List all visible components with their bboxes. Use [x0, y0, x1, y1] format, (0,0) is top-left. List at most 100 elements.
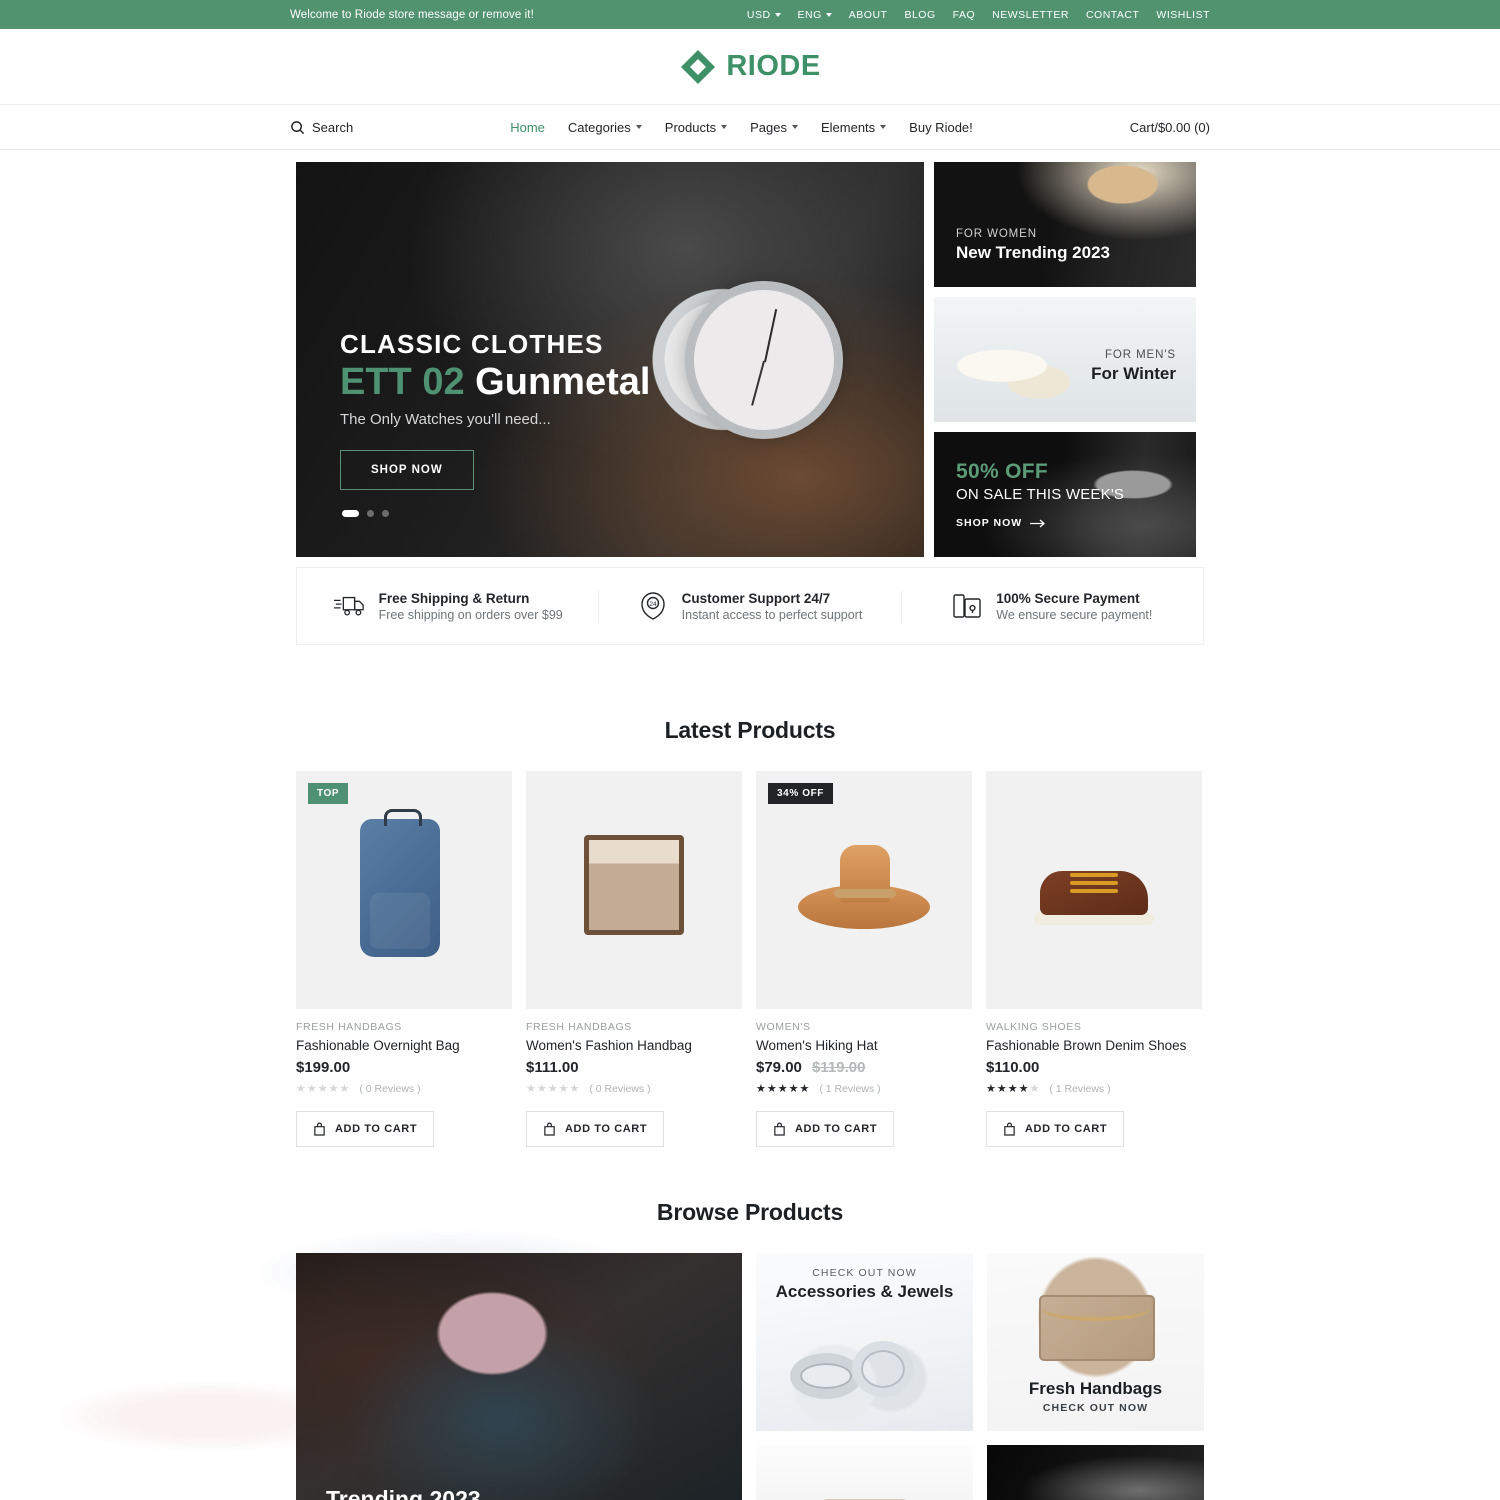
- tile-eyebrow: CHECK OUT NOW: [1042, 1402, 1149, 1414]
- slider-dots: [342, 510, 389, 517]
- add-to-cart-button[interactable]: ADD TO CART: [526, 1111, 665, 1147]
- product-category: WOMEN'S: [756, 1021, 811, 1033]
- slider-dot-1[interactable]: [342, 510, 359, 517]
- currency-label: USD: [746, 8, 771, 21]
- topbar-link-faq[interactable]: FAQ: [953, 9, 976, 21]
- nav-item-categories[interactable]: Categories: [568, 120, 642, 135]
- product-category: WALKING SHOES: [986, 1021, 1082, 1033]
- topbar-link-newsletter[interactable]: NEWSLETTER: [992, 9, 1069, 21]
- cart-bag-icon: [773, 1122, 786, 1136]
- add-to-cart-label: ADD TO CART: [565, 1123, 648, 1135]
- price-current: $111.00: [526, 1059, 579, 1076]
- topbar-link-contact[interactable]: CONTACT: [1086, 9, 1139, 21]
- browse-tile-partial-light[interactable]: [756, 1445, 973, 1500]
- top-announcement-bar: Welcome to Riode store message or remove…: [0, 0, 1500, 29]
- language-label: ENG: [797, 8, 822, 21]
- nav-item-label: Elements: [820, 119, 876, 135]
- product-image[interactable]: [986, 771, 1202, 1009]
- shop-now-label: SHOP NOW: [956, 517, 1023, 529]
- browse-products-heading: Browse Products: [656, 1199, 844, 1225]
- browse-tile-jewels[interactable]: CHECK OUT NOW Accessories & Jewels: [756, 1253, 973, 1431]
- product-card: TOP FRESH HANDBAGS Fashionable Overnight…: [296, 771, 512, 1147]
- add-to-cart-button[interactable]: ADD TO CART: [756, 1111, 895, 1147]
- side-banner-for-winter[interactable]: FOR MEN'S For Winter: [934, 297, 1196, 422]
- logo-link[interactable]: RIODE: [679, 48, 820, 86]
- product-price: $79.00 $119.00: [756, 1059, 972, 1076]
- topbar-link-wishlist[interactable]: WISHLIST: [1156, 9, 1210, 21]
- hero-slider[interactable]: CLASSIC CLOTHES ETT 02 Gunmetal The Only…: [296, 162, 924, 557]
- star-rating-icon: ★★★★★★★★★★: [296, 1083, 351, 1095]
- page-root: Welcome to Riode store message or remove…: [0, 0, 1500, 1500]
- site-header: RIODE: [0, 29, 1500, 104]
- product-image[interactable]: TOP: [296, 771, 512, 1009]
- hero-shop-now-button[interactable]: SHOP NOW: [340, 450, 474, 491]
- product-name[interactable]: Fashionable Brown Denim Shoes: [986, 1038, 1202, 1053]
- hero-title: ETT 02 Gunmetal: [340, 361, 650, 405]
- tile-eyebrow: CHECK OUT NOW: [812, 1267, 917, 1279]
- add-to-cart-label: ADD TO CART: [335, 1123, 418, 1135]
- side-banner-new-trending[interactable]: FOR WOMEN New Trending 2023: [934, 162, 1196, 287]
- nav-item-buy-riode[interactable]: Buy Riode!: [909, 120, 973, 135]
- tile-title: Fresh Handbags: [1028, 1379, 1163, 1398]
- search-icon: [290, 120, 305, 135]
- main-navigation-bar: Search Home Categories Products Pages El…: [0, 104, 1500, 150]
- price-current: $199.00: [296, 1059, 351, 1076]
- slider-dot-2[interactable]: [367, 510, 374, 517]
- add-to-cart-label: ADD TO CART: [795, 1123, 878, 1135]
- product-image[interactable]: [526, 771, 742, 1009]
- banner-discount: 50% OFF: [956, 460, 1048, 483]
- star-rating-icon: ★★★★★★★★★★: [526, 1083, 581, 1095]
- product-card: WALKING SHOES Fashionable Brown Denim Sh…: [986, 771, 1202, 1147]
- currency-selector[interactable]: USD: [747, 9, 781, 21]
- add-to-cart-button[interactable]: ADD TO CART: [296, 1111, 435, 1147]
- banner-shop-now-link[interactable]: SHOP NOW: [956, 517, 1124, 529]
- browse-banner-trending[interactable]: Trending 2023: [296, 1253, 742, 1500]
- feature-free-shipping: Free Shipping & Return Free shipping on …: [297, 591, 598, 622]
- cart-link[interactable]: Cart/$0.00 (0): [1130, 120, 1210, 135]
- product-card: FRESH HANDBAGS Women's Fashion Handbag $…: [526, 771, 742, 1147]
- chevron-down-icon: [635, 125, 642, 129]
- product-name[interactable]: Women's Fashion Handbag: [526, 1038, 742, 1053]
- review-count: ( 0 Reviews ): [359, 1082, 421, 1095]
- topbar-link-about[interactable]: ABOUT: [849, 9, 888, 21]
- banner-eyebrow: FOR WOMEN: [956, 228, 1037, 240]
- browse-tile-handbags[interactable]: Fresh Handbags CHECK OUT NOW: [987, 1253, 1204, 1431]
- browse-tile-partial-dark[interactable]: [987, 1445, 1204, 1500]
- slider-dot-3[interactable]: [382, 510, 389, 517]
- add-to-cart-button[interactable]: ADD TO CART: [986, 1111, 1125, 1147]
- chevron-down-icon: [791, 125, 798, 129]
- price-current: $79.00: [756, 1059, 802, 1076]
- nav-item-elements[interactable]: Elements: [820, 119, 887, 135]
- topbar-link-blog[interactable]: BLOG: [904, 9, 935, 21]
- product-rating: ★★★★★★★★★★ ( 0 Reviews ): [296, 1082, 512, 1096]
- product-image[interactable]: 34% OFF: [756, 771, 972, 1009]
- product-rating: ★★★★★★★★★★ ( 1 Reviews ): [986, 1082, 1202, 1096]
- banner-title: New Trending 2023: [956, 243, 1110, 262]
- product-name[interactable]: Fashionable Overnight Bag: [296, 1038, 512, 1053]
- chevron-down-icon: [880, 125, 887, 129]
- watch-dial-graphic: [694, 290, 834, 430]
- brand-name: RIODE: [726, 50, 821, 82]
- feature-title: Free Shipping & Return: [378, 590, 530, 606]
- banner-sale-text: ON SALE THIS WEEK'S: [956, 486, 1125, 503]
- banner-eyebrow: FOR MEN'S: [1105, 349, 1176, 361]
- language-selector[interactable]: ENG: [798, 9, 832, 21]
- product-card: 34% OFF WOMEN'S Women's Hiking Hat $79.0…: [756, 771, 972, 1147]
- browse-grid: Trending 2023 CHECK OUT NOW Accessories …: [296, 1253, 1204, 1500]
- product-name[interactable]: Women's Hiking Hat: [756, 1038, 972, 1053]
- side-banner-sale[interactable]: 50% OFF ON SALE THIS WEEK'S SHOP NOW: [934, 432, 1196, 557]
- search-button[interactable]: Search: [290, 120, 353, 135]
- nav-item-products[interactable]: Products: [664, 119, 728, 135]
- feature-customer-support: 24 Customer Support 24/7 Instant access …: [598, 590, 900, 622]
- feature-subtitle: We ensure secure payment!: [996, 607, 1153, 622]
- hero-title-white: Gunmetal: [475, 360, 651, 403]
- hero-title-green: ETT 02: [340, 360, 465, 403]
- nav-item-home[interactable]: Home: [510, 120, 545, 135]
- shoes-graphic: [986, 771, 1202, 1009]
- nav-item-pages[interactable]: Pages: [750, 120, 798, 135]
- nav-item-label: Products: [664, 119, 717, 135]
- announcement-message: Welcome to Riode store message or remove…: [290, 8, 534, 21]
- nav-item-label: Home: [510, 119, 545, 135]
- review-count: ( 1 Reviews ): [819, 1082, 881, 1095]
- product-price: $111.00: [526, 1059, 742, 1076]
